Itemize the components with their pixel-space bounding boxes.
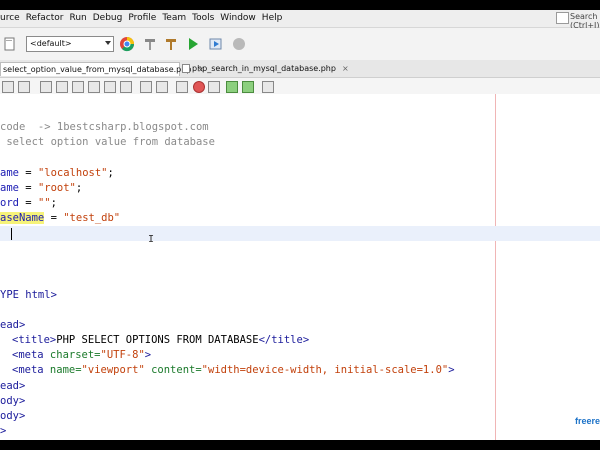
bookmark-icon[interactable]: [140, 81, 152, 93]
title-text: PHP SELECT OPTIONS FROM DATABASE: [56, 334, 259, 346]
run-icon[interactable]: [185, 36, 201, 52]
tab-label: php_search_in_mysql_database.php: [192, 64, 336, 73]
hammer-icon[interactable]: [142, 36, 158, 52]
variable: ame: [0, 182, 19, 194]
chevron-down-icon: [105, 41, 111, 45]
code-line-meta-viewport: <meta name="viewport" content="width=dev…: [12, 363, 455, 378]
editor-toolbar: [0, 78, 600, 95]
code-line-username: ame = "root";: [0, 181, 82, 196]
code-line-title: <title>PHP SELECT OPTIONS FROM DATABASE<…: [12, 333, 309, 348]
shift-left-icon[interactable]: [176, 81, 188, 93]
code-line-databasename: aseName = "test_db": [0, 211, 120, 226]
tag: >: [448, 364, 455, 376]
menu-debug[interactable]: Debug: [93, 13, 123, 23]
clean-build-icon[interactable]: [163, 36, 179, 52]
main-toolbar: <default>: [0, 28, 600, 61]
forward-icon[interactable]: [56, 81, 68, 93]
semicolon: ;: [75, 182, 83, 194]
string-literal: "": [37, 197, 51, 209]
tag: <meta: [12, 364, 44, 376]
profile-icon[interactable]: [231, 36, 247, 52]
attribute-value: "width=device-width, initial-scale=1.0": [201, 364, 449, 376]
bookmark-next-icon[interactable]: [156, 81, 168, 93]
tag: <meta: [12, 349, 44, 361]
semicolon: ;: [50, 197, 57, 209]
attribute: content=: [144, 364, 202, 376]
attribute-value: "viewport": [81, 364, 145, 376]
new-file-icon[interactable]: [2, 36, 18, 52]
search-icon[interactable]: [556, 12, 569, 24]
find-prev-icon[interactable]: [88, 81, 100, 93]
code-line-meta-charset: <meta charset="UTF-8">: [12, 348, 151, 363]
stop-macro-icon[interactable]: [208, 81, 220, 93]
menu-bar: urce Refactor Run Debug Profile Team Tools Wind…: [0, 10, 600, 30]
variable: aseName: [0, 212, 45, 224]
source-icon[interactable]: [2, 81, 14, 93]
attribute: charset=: [43, 349, 101, 361]
menu-window[interactable]: Window: [220, 13, 256, 23]
tag: <title>: [12, 334, 57, 346]
find-next-icon[interactable]: [104, 81, 116, 93]
code-line-html-close: >: [0, 425, 7, 437]
find-icon[interactable]: [72, 81, 84, 93]
menu-tools[interactable]: Tools: [192, 13, 214, 23]
php-file-icon: [182, 64, 190, 73]
semicolon: ;: [107, 167, 114, 179]
operator: =: [18, 182, 38, 194]
menu-run[interactable]: Run: [69, 13, 86, 23]
menu-team[interactable]: Team: [162, 13, 186, 23]
format-icon[interactable]: [262, 81, 274, 93]
toggle-highlight-icon[interactable]: [120, 81, 132, 93]
ide-window: urce Refactor Run Debug Profile Team Tools Wind…: [0, 10, 600, 440]
uncomment-icon[interactable]: [242, 81, 254, 93]
comment-icon[interactable]: [226, 81, 238, 93]
tab-label: select_option_value_from_mysql_database.…: [3, 65, 192, 74]
code-line-head-open: ead>: [0, 319, 26, 331]
tab-select-option-value[interactable]: select_option_value_from_mysql_database.…: [0, 62, 204, 76]
code-line-password: ord = "";: [0, 196, 57, 211]
chrome-icon[interactable]: [119, 36, 135, 52]
config-select-value: <default>: [30, 39, 72, 48]
mouse-ibeam-icon: I: [148, 234, 155, 245]
editor-tabs: select_option_value_from_mysql_database.…: [0, 60, 600, 78]
close-icon[interactable]: ×: [342, 64, 349, 73]
current-line-highlight: [0, 226, 600, 241]
variable: ord: [0, 197, 19, 209]
menu-source[interactable]: urce: [0, 13, 20, 23]
code-line-servername: ame = "localhost";: [0, 166, 114, 181]
right-margin-line: [495, 94, 496, 440]
watermark: freere: [575, 416, 600, 426]
menu-profile[interactable]: Profile: [128, 13, 156, 23]
variable: ame: [0, 167, 19, 179]
config-select[interactable]: <default>: [26, 36, 114, 52]
attribute-value: "UTF-8": [100, 349, 145, 361]
code-line-doctype: YPE html>: [0, 289, 57, 301]
menu-help[interactable]: Help: [262, 13, 283, 23]
menu-items: urce Refactor Run Debug Profile Team Tools Wind…: [0, 13, 288, 23]
history-icon[interactable]: [18, 81, 30, 93]
code-line-body-close: ody>: [0, 410, 26, 422]
code-line-1: code -> 1bestcsharp.blogspot.com: [0, 121, 209, 133]
text-cursor: [11, 228, 12, 240]
operator: =: [18, 167, 38, 179]
code-line-2: select option value from database: [0, 136, 215, 148]
string-literal: "root": [37, 182, 76, 194]
attribute: name=: [43, 364, 82, 376]
operator: =: [44, 212, 64, 224]
code-editor[interactable]: code -> 1bestcsharp.blogspot.com select …: [0, 94, 600, 440]
code-line-body-open: ody>: [0, 395, 26, 407]
operator: =: [18, 197, 38, 209]
string-literal: "test_db": [63, 212, 121, 224]
tab-php-search[interactable]: php_search_in_mysql_database.php ×: [180, 62, 349, 75]
tag: >: [144, 349, 152, 361]
code-line-head-close: ead>: [0, 380, 26, 392]
debug-icon[interactable]: [208, 36, 224, 52]
back-icon[interactable]: [40, 81, 52, 93]
tag: </title>: [258, 334, 310, 346]
string-literal: "localhost": [37, 167, 108, 179]
record-macro-icon[interactable]: [193, 81, 205, 93]
menu-refactor[interactable]: Refactor: [26, 13, 64, 23]
